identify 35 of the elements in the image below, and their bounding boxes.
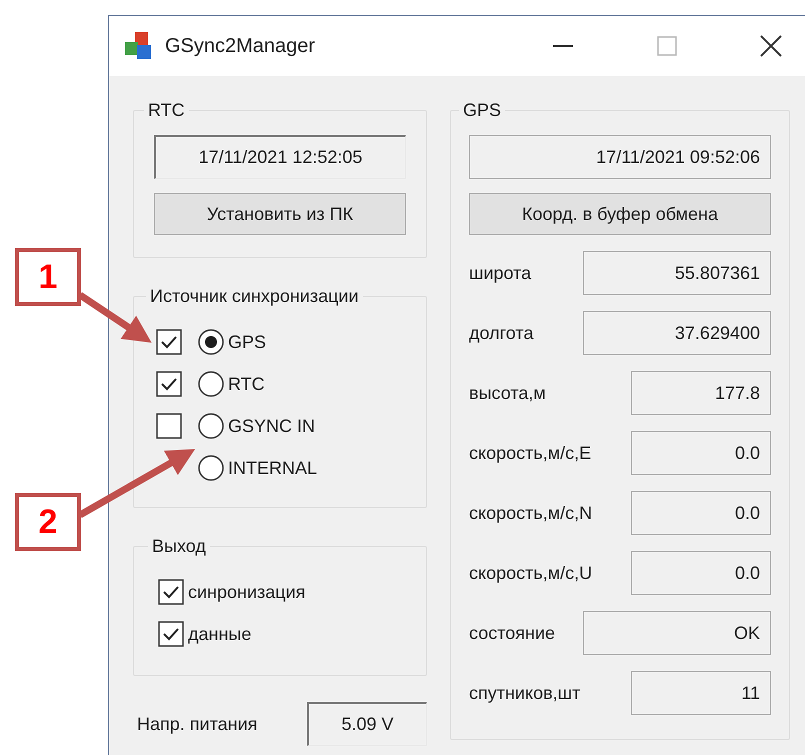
value-field: 0.0 <box>631 551 771 595</box>
value-field: 0.0 <box>631 431 771 475</box>
checkbox-label: синронизация <box>188 582 306 602</box>
field-label: долгота <box>469 322 534 344</box>
group-title: Источник синхронизации <box>149 286 360 307</box>
value-field: 177.8 <box>631 371 771 415</box>
value-field: 55.807361 <box>583 251 771 295</box>
field-label: скорость,м/с,N <box>469 502 592 524</box>
gps-datetime-field: 17/11/2021 09:52:06 <box>469 135 771 179</box>
power-label: Напр. питания <box>137 714 258 734</box>
value-field: 11 <box>631 671 771 715</box>
set-from-pc-button[interactable]: Установить из ПК <box>154 193 406 235</box>
option-label: RTC <box>228 374 265 394</box>
group-title: GPS <box>462 100 502 121</box>
group-title: Выход <box>151 536 207 557</box>
callout-number: 1 <box>15 248 81 306</box>
group-title: RTC <box>147 100 186 121</box>
field-label: скорость,м/с,U <box>469 562 592 584</box>
checkbox-label: данные <box>188 624 252 644</box>
value-field: 0.0 <box>631 491 771 535</box>
copy-coordinates-button[interactable]: Коорд. в буфер обмена <box>469 193 771 235</box>
voltage-field: 5.09 V <box>307 702 427 746</box>
rtc-datetime-field: 17/11/2021 12:52:05 <box>154 135 406 179</box>
value-field: 37.629400 <box>583 311 771 355</box>
value-field: OK <box>583 611 771 655</box>
field-label: скорость,м/с,E <box>469 442 592 464</box>
window-title: GSync2Manager <box>165 34 316 58</box>
field-label: широта <box>469 262 532 284</box>
field-label: спутников,шт <box>469 682 580 704</box>
option-label: INTERNAL <box>228 458 318 478</box>
option-label: GPS <box>228 332 266 352</box>
field-label: состояние <box>469 622 556 644</box>
option-label: GSYNC IN <box>228 416 316 436</box>
callout-number: 2 <box>15 493 81 551</box>
field-label: высота,м <box>469 382 546 404</box>
